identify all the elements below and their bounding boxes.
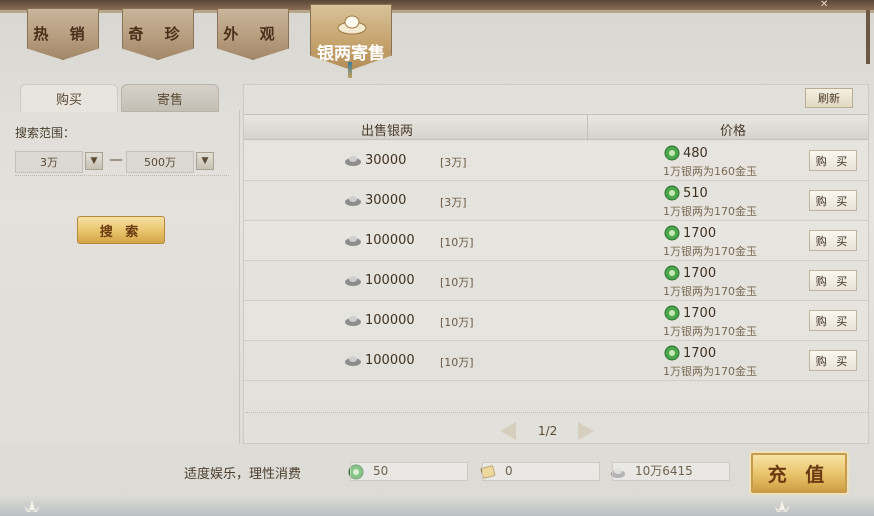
buy-button[interactable]: 购 买: [809, 270, 857, 291]
jade-balance: 50: [350, 462, 468, 481]
buy-button[interactable]: 购 买: [809, 150, 857, 171]
silver-unit: [3万]: [440, 196, 467, 209]
jade-coin-icon: [664, 265, 680, 281]
next-page-icon[interactable]: [578, 422, 594, 440]
responsible-play-notice: 适度娱乐，理性消费: [184, 467, 302, 482]
jade-coin-icon: [664, 345, 680, 361]
header-price: 价格: [720, 124, 747, 139]
range-max-field[interactable]: 500万: [126, 151, 194, 173]
silver-unit: [3万]: [440, 156, 467, 169]
search-range-label: 搜索范围：: [15, 126, 76, 140]
range-min-dropdown-icon[interactable]: ▼: [85, 152, 103, 170]
close-icon[interactable]: ✕: [820, 0, 830, 10]
table-header: 出售银两 价格: [244, 114, 868, 141]
pager-divider: [246, 412, 868, 413]
prev-page-icon[interactable]: [500, 422, 516, 440]
silver-unit: [10万]: [440, 276, 474, 289]
tab-sell[interactable]: 寄售: [121, 84, 219, 112]
silver-unit: [10万]: [440, 236, 474, 249]
price-value: 1700: [683, 306, 717, 321]
hanging-rope-decoration: [866, 10, 870, 64]
lotus-flower-icon: [24, 500, 40, 512]
exchange-rate: 1万银两为170金玉: [663, 245, 757, 258]
table-row: 100000 [10万] 1700 1万银两为170金玉 购 买: [244, 341, 868, 381]
table-row: 100000 [10万] 1700 1万银两为170金玉 购 买: [244, 261, 868, 301]
header-divider: [587, 115, 588, 141]
table-row: 100000 [10万] 1700 1万银两为170金玉 购 买: [244, 301, 868, 341]
silver-ingot-icon: [345, 156, 361, 166]
silver-amount: 100000: [365, 313, 415, 328]
page-indicator: 1/2: [538, 424, 558, 438]
price-value: 1700: [683, 346, 717, 361]
lotus-flower-icon: [774, 500, 790, 512]
exchange-rate: 1万银两为170金玉: [663, 205, 757, 218]
buy-button[interactable]: 购 买: [809, 230, 857, 251]
divider: [15, 175, 229, 176]
table-row: 100000 [10万] 1700 1万银两为170金玉 购 买: [244, 221, 868, 261]
table-row: 30000 [3万] 510 1万银两为170金玉 购 买: [244, 181, 868, 221]
silver-balance: 10万6415: [612, 462, 730, 481]
jade-coin-icon: [664, 305, 680, 321]
tab-hot-sale[interactable]: 热 销: [27, 8, 99, 60]
silver-ingot-icon: [345, 236, 361, 246]
price-value: 510: [683, 186, 708, 201]
silver-ingot-icon: [345, 316, 361, 326]
silver-ingot-icon: [337, 15, 367, 35]
range-min-field[interactable]: 3万: [15, 151, 83, 173]
silver-amount: 100000: [365, 233, 415, 248]
silver-ingot-icon: [345, 196, 361, 206]
header-amount: 出售银两: [361, 124, 414, 139]
silver-amount: 30000: [365, 193, 407, 208]
price-value: 1700: [683, 226, 717, 241]
ticket-balance: 0: [482, 462, 600, 481]
range-separator: —: [109, 152, 123, 168]
buy-button[interactable]: 购 买: [809, 310, 857, 331]
tab-rare-items[interactable]: 奇 珍: [122, 8, 194, 60]
jade-coin-icon: [664, 225, 680, 241]
search-button[interactable]: 搜 索: [77, 216, 165, 244]
buy-button[interactable]: 购 买: [809, 350, 857, 371]
silver-amount: 100000: [365, 273, 415, 288]
tab-appearance[interactable]: 外 观: [217, 8, 289, 60]
price-value: 480: [683, 146, 708, 161]
silver-unit: [10万]: [440, 316, 474, 329]
refresh-button[interactable]: 刷新: [805, 88, 853, 108]
range-max-dropdown-icon[interactable]: ▼: [196, 152, 214, 170]
price-value: 1700: [683, 266, 717, 281]
recharge-button[interactable]: 充 值: [751, 453, 847, 493]
jade-coin-icon: [664, 185, 680, 201]
silver-amount: 100000: [365, 353, 415, 368]
buy-button[interactable]: 购 买: [809, 190, 857, 211]
table-row: 30000 [3万] 480 1万银两为160金玉 购 买: [244, 141, 868, 181]
exchange-rate: 1万银两为160金玉: [663, 165, 757, 178]
water-decoration: [0, 496, 874, 516]
tab-silver-consignment[interactable]: 银两寄售: [310, 4, 392, 70]
silver-unit: [10万]: [440, 356, 474, 369]
silver-ingot-icon: [345, 356, 361, 366]
tab-buy[interactable]: 购买: [20, 84, 118, 112]
exchange-rate: 1万银两为170金玉: [663, 365, 757, 378]
silver-ingot-icon: [345, 276, 361, 286]
exchange-rate: 1万银两为170金玉: [663, 285, 757, 298]
silver-amount: 30000: [365, 153, 407, 168]
tab-tassel-decoration: [348, 62, 352, 78]
exchange-rate: 1万银两为170金玉: [663, 325, 757, 338]
jade-coin-icon: [664, 145, 680, 161]
